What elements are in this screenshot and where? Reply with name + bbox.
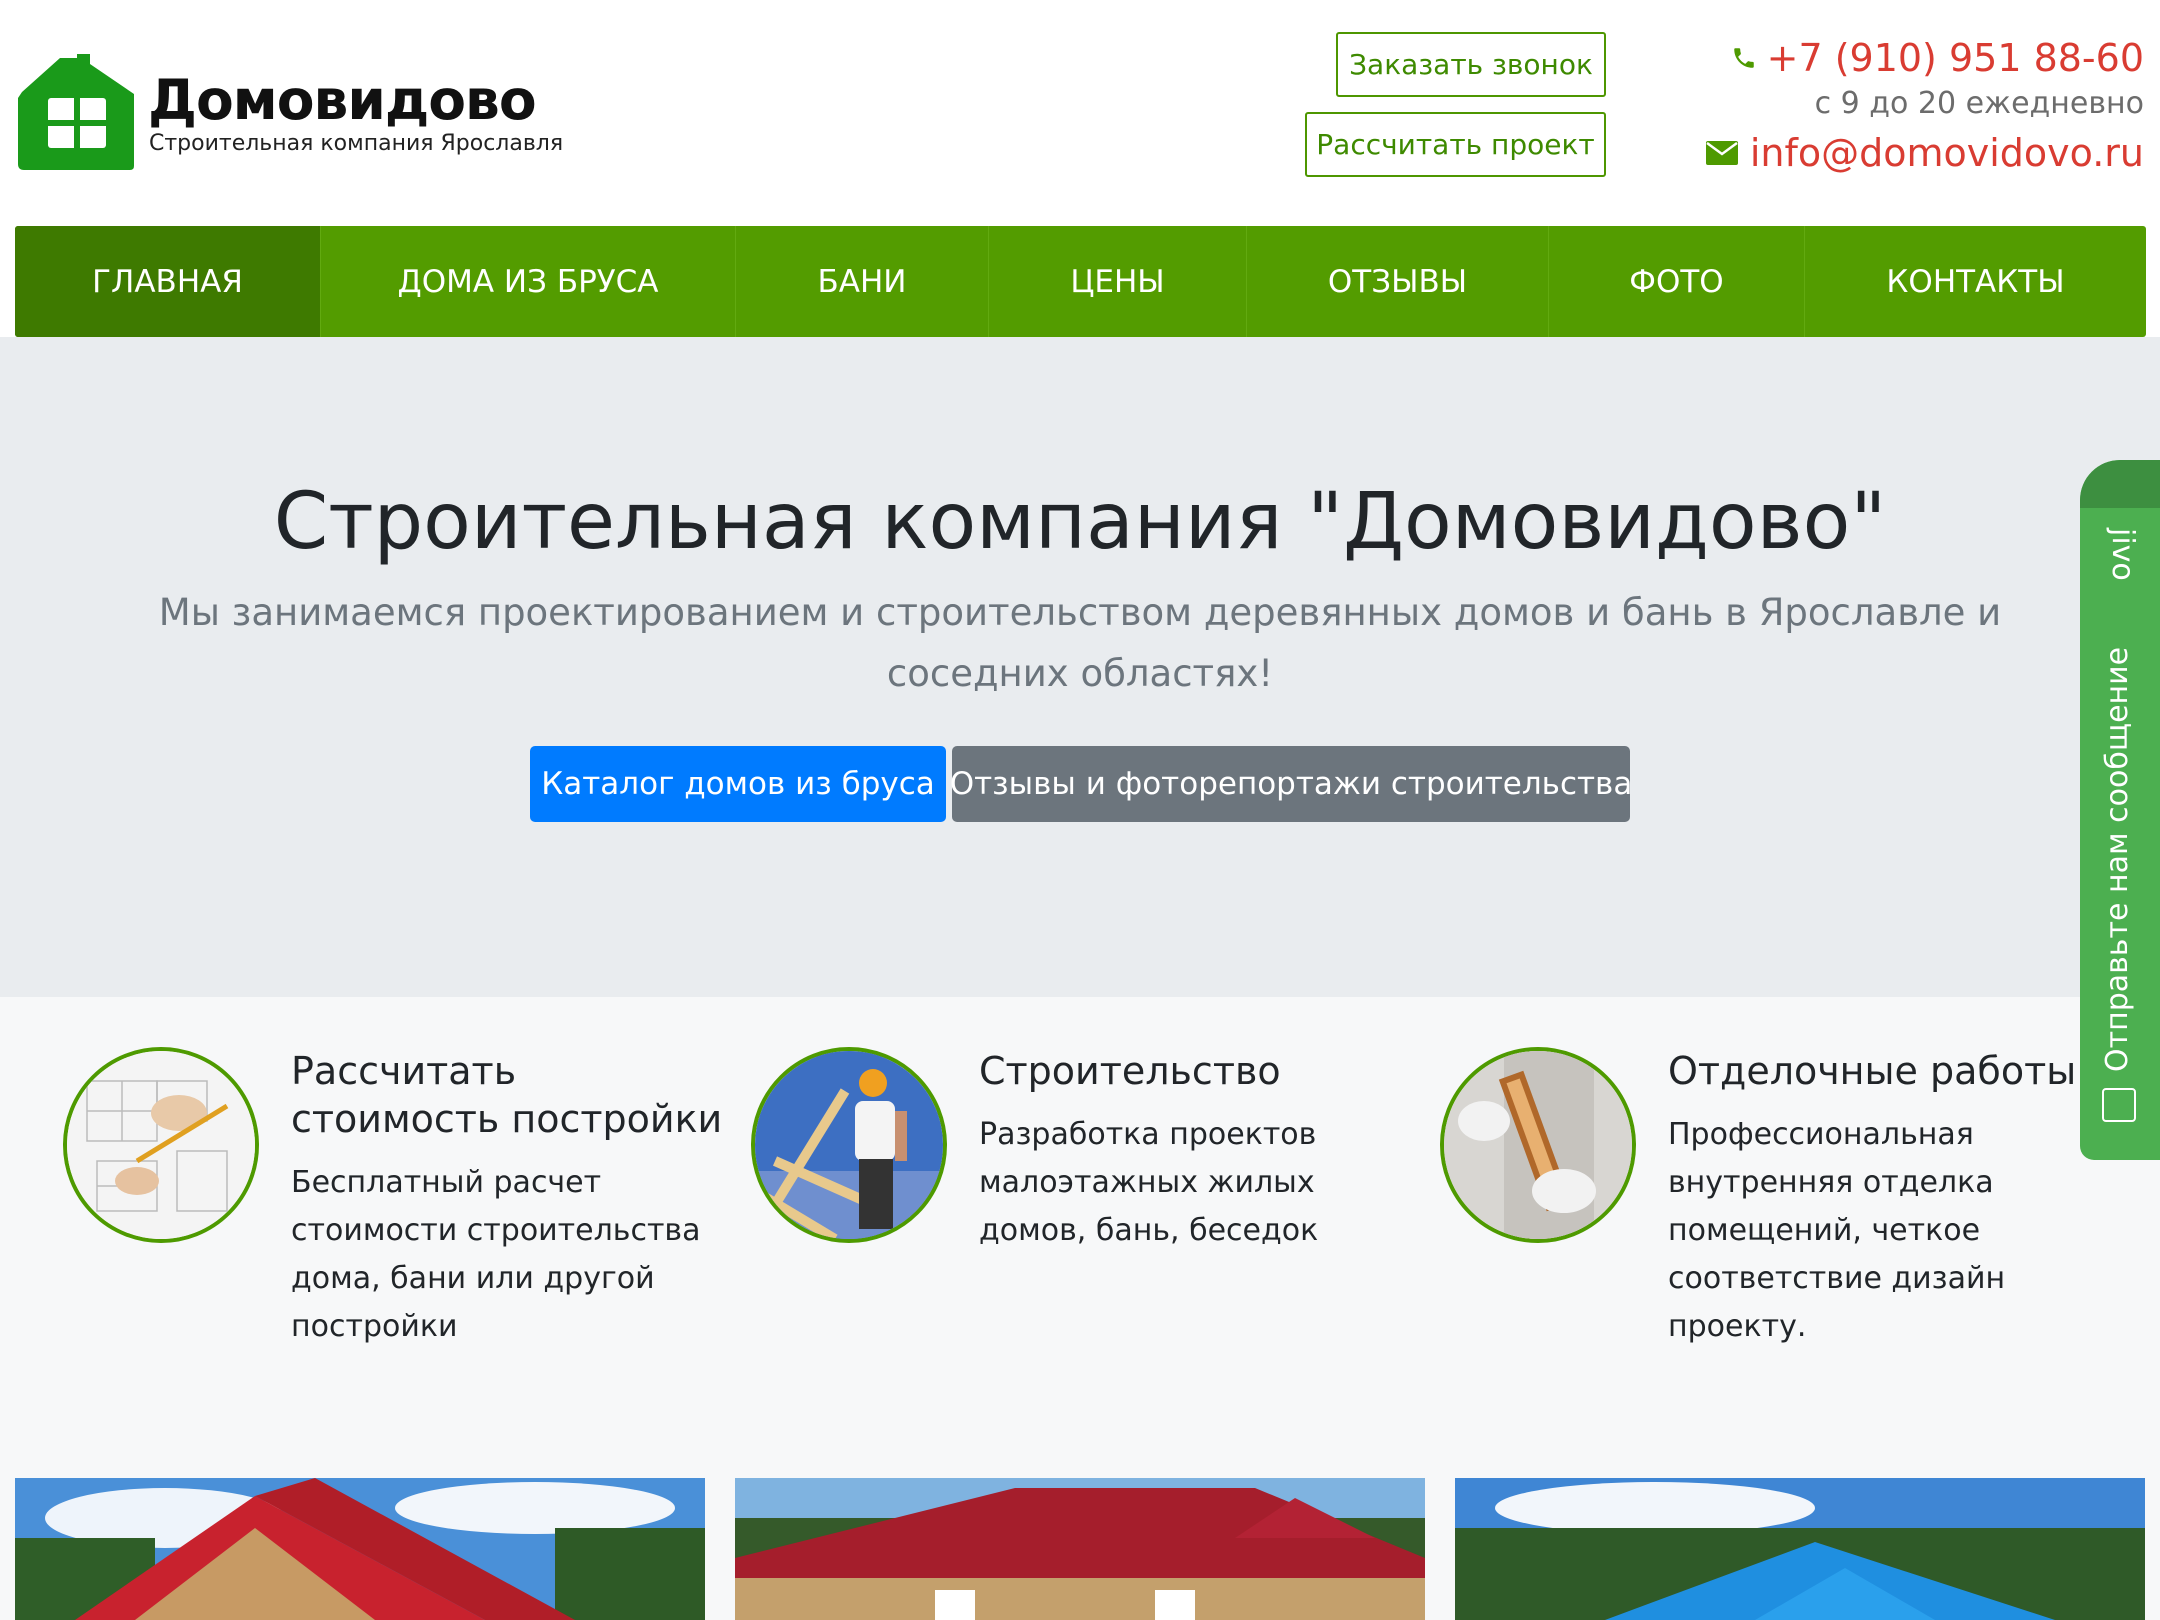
brand-name: Домовидово	[148, 68, 537, 132]
house-card-image[interactable]	[1455, 1478, 2145, 1620]
feature-text: Разработка проектов малоэтажных жилых до…	[979, 1117, 1319, 1248]
phone-number[interactable]: +7 (910) 951 88-60	[1767, 36, 2144, 80]
brand-tagline: Строительная компания Ярославля	[149, 131, 564, 156]
nav-item-home[interactable]: ГЛАВНАЯ	[15, 226, 321, 337]
hero-jumbotron: Строительная компания "Домовидово" Мы за…	[0, 337, 2160, 997]
feature-calculate: Рассчитать стоимость постройки Бесплатны…	[63, 1047, 723, 1377]
jivo-chat-widget[interactable]: jivo Отправьте нам сообщение	[2080, 460, 2160, 1160]
feature-title: Строительство	[979, 1049, 1281, 1093]
phone-icon	[1733, 48, 1754, 68]
jivo-logo: jivo	[2105, 528, 2140, 581]
order-call-button[interactable]: Заказать звонок	[1336, 32, 1606, 97]
feature-finishing: Отделочные работы Профессиональная внутр…	[1440, 1047, 2100, 1377]
email-link[interactable]: info@domovidovo.ru	[1750, 131, 2144, 175]
header-contacts: +7 (910) 951 88-60 с 9 до 20 ежедневно i…	[1705, 32, 2144, 178]
working-hours: с 9 до 20 ежедневно	[1814, 86, 2144, 121]
nav-item-contacts[interactable]: КОНТАКТЫ	[1805, 226, 2146, 337]
nav-item-prices[interactable]: ЦЕНЫ	[989, 226, 1247, 337]
nav-item-reviews[interactable]: ОТЗЫВЫ	[1247, 226, 1549, 337]
feature-title: Рассчитать стоимость постройки	[291, 1049, 723, 1141]
feature-image-builder	[751, 1047, 947, 1243]
house-card-image[interactable]	[15, 1478, 705, 1620]
feature-title: Отделочные работы	[1668, 1049, 2077, 1093]
nav-item-timber-houses[interactable]: ДОМА ИЗ БРУСА	[321, 226, 736, 337]
house-logo-icon	[18, 54, 134, 170]
chat-icon[interactable]	[2102, 1088, 2136, 1122]
site-header: Домовидово Строительная компания Ярослав…	[0, 0, 2160, 225]
nav-item-photo[interactable]: ФОТО	[1549, 226, 1805, 337]
feature-text: Профессиональная внутренняя отделка поме…	[1668, 1117, 2006, 1344]
catalog-button[interactable]: Каталог домов из бруса	[530, 746, 946, 822]
feature-image-finishing	[1440, 1047, 1636, 1243]
calculate-project-button[interactable]: Рассчитать проект	[1305, 112, 1606, 177]
envelope-icon	[1705, 141, 1738, 165]
hero-lead: Мы занимаемся проектированием и строител…	[158, 591, 2002, 695]
feature-text: Бесплатный расчет стоимости строительств…	[291, 1165, 701, 1344]
nav-item-baths[interactable]: БАНИ	[736, 226, 989, 337]
phone-row[interactable]: +7 (910) 951 88-60	[1706, 32, 2144, 84]
reviews-button[interactable]: Отзывы и фоторепортажи строительства	[950, 746, 1632, 822]
feature-construction: Строительство Разработка проектов малоэт…	[751, 1047, 1411, 1377]
jivo-label[interactable]: Отправьте нам сообщение	[2100, 647, 2135, 1072]
main-nav: ГЛАВНАЯ ДОМА ИЗ БРУСА БАНИ ЦЕНЫ ОТЗЫВЫ Ф…	[15, 226, 2146, 337]
hero-title: Строительная компания "Домовидово"	[273, 477, 1887, 567]
email-row[interactable]: info@domovidovo.ru	[1705, 128, 2144, 178]
house-card-image[interactable]	[735, 1478, 1425, 1620]
logo[interactable]: Домовидово Строительная компания Ярослав…	[16, 54, 563, 174]
feature-image-drawing	[63, 1047, 259, 1243]
